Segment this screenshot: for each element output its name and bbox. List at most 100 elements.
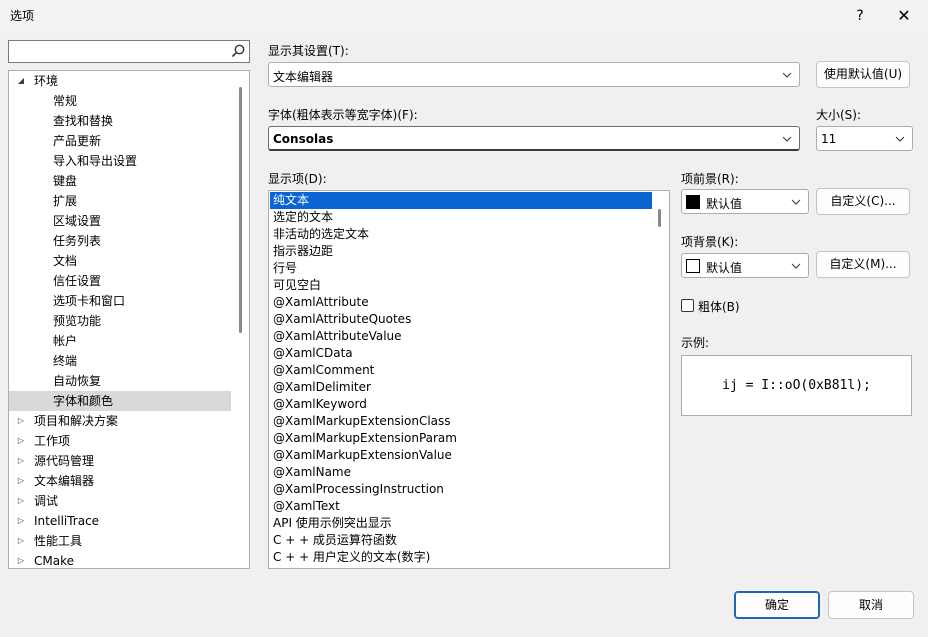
list-item[interactable]: @XamlMarkupExtensionParam: [270, 430, 652, 447]
tree-item-label: 帐户: [53, 334, 78, 348]
list-item[interactable]: @XamlComment: [270, 362, 652, 379]
list-item[interactable]: C + + 用户定义的文本(数字): [270, 549, 652, 566]
collapsed-arrow-icon[interactable]: ▷: [15, 431, 27, 451]
tree-item[interactable]: 文档: [9, 251, 231, 271]
tree-item[interactable]: 区域设置: [9, 211, 231, 231]
search-icon[interactable]: [230, 43, 246, 59]
tree-item[interactable]: 导入和导出设置: [9, 151, 231, 171]
help-button[interactable]: ?: [848, 4, 872, 28]
tree-item[interactable]: 选项卡和窗口: [9, 291, 231, 311]
list-item[interactable]: @XamlAttributeQuotes: [270, 311, 652, 328]
options-tree[interactable]: ◢ 环境常规查找和替换产品更新导入和导出设置 键盘扩展 区域设置任务列表文档信任设置选…: [8, 70, 250, 569]
tree-item[interactable]: ▷ CMake: [9, 551, 231, 568]
tree-item-label: 源代码管理: [34, 454, 95, 468]
display-items-list[interactable]: 纯文本 选定的文本 非活动的选定文本 指示器边距 行号 可见空白 @XamlAttribut…: [268, 190, 670, 569]
tree-item[interactable]: 键盘: [9, 171, 231, 191]
tree-item[interactable]: 产品更新: [9, 131, 231, 151]
list-item[interactable]: @XamlMarkupExtensionValue: [270, 447, 652, 464]
use-defaults-button[interactable]: 使用默认值(U): [816, 61, 910, 88]
chevron-down-icon: [791, 199, 801, 205]
display-items-label: 显示项(D):: [268, 172, 327, 186]
tree-item-label: 任务列表: [53, 234, 102, 248]
tree-item-label: 常规: [53, 94, 78, 108]
foreground-custom-button[interactable]: 自定义(C)...: [816, 188, 910, 215]
tree-item[interactable]: ◢ 环境: [9, 71, 231, 91]
tree-item[interactable]: ▷ 源代码管理: [9, 451, 231, 471]
expanded-arrow-icon[interactable]: ◢: [15, 71, 27, 91]
list-item[interactable]: 非活动的选定文本: [270, 226, 652, 243]
list-item[interactable]: 纯文本: [270, 192, 652, 209]
collapsed-arrow-icon[interactable]: ▷: [15, 491, 27, 511]
tree-item[interactable]: ▷ 文本编辑器: [9, 471, 231, 491]
tree-item[interactable]: ▷ 工作项: [9, 431, 231, 451]
list-item[interactable]: @XamlAttributeValue: [270, 328, 652, 345]
tree-item[interactable]: 终端: [9, 351, 231, 371]
list-scrollbar[interactable]: [658, 209, 661, 227]
tree-item-label: 键盘: [53, 174, 78, 188]
tree-item[interactable]: 帐户: [9, 331, 231, 351]
show-settings-for-label: 显示其设置(T):: [268, 44, 349, 58]
tree-item[interactable]: 任务列表: [9, 231, 231, 251]
tree-item[interactable]: 信任设置: [9, 271, 231, 291]
cancel-button[interactable]: 取消: [828, 591, 914, 619]
sample-label: 示例:: [681, 336, 710, 350]
collapsed-arrow-icon[interactable]: ▷: [15, 551, 27, 568]
tree-item[interactable]: ▷ 性能工具: [9, 531, 231, 551]
tree-item-label: 产品更新: [53, 134, 102, 148]
collapsed-arrow-icon[interactable]: ▷: [15, 531, 27, 551]
list-item[interactable]: @XamlMarkupExtensionClass: [270, 413, 652, 430]
tree-item-label: 性能工具: [34, 534, 83, 548]
tree-scrollbar[interactable]: [239, 87, 242, 333]
list-item[interactable]: @XamlKeyword: [270, 396, 652, 413]
list-item[interactable]: 选定的文本: [270, 209, 652, 226]
tree-item-label: 查找和替换: [53, 114, 114, 128]
search-input[interactable]: [11, 43, 221, 60]
bold-label[interactable]: 粗体(B): [698, 298, 740, 315]
ok-button[interactable]: 确定: [734, 591, 820, 619]
collapsed-arrow-icon[interactable]: ▷: [15, 411, 27, 431]
background-custom-button[interactable]: 自定义(M)...: [816, 251, 910, 278]
background-combo[interactable]: 默认值: [681, 253, 809, 278]
font-value: Consolas: [273, 132, 334, 146]
tree-item-label: 选项卡和窗口: [53, 294, 126, 308]
list-item[interactable]: @XamlProcessingInstruction: [270, 481, 652, 498]
tree-item[interactable]: 预览功能: [9, 311, 231, 331]
foreground-combo[interactable]: 默认值: [681, 189, 809, 214]
tree-item[interactable]: ▷ IntelliTrace: [9, 511, 231, 531]
close-button[interactable]: ✕: [892, 4, 916, 28]
tree-item[interactable]: ▷ 项目和解决方案: [9, 411, 231, 431]
list-item[interactable]: C + + 成员运算符函数: [270, 532, 652, 549]
list-item[interactable]: @XamlDelimiter: [270, 379, 652, 396]
collapsed-arrow-icon[interactable]: ▷: [15, 471, 27, 491]
list-item[interactable]: 可见空白: [270, 277, 652, 294]
size-combo[interactable]: 11: [816, 126, 913, 151]
background-label: 项背景(K):: [681, 235, 739, 249]
list-item[interactable]: @XamlName: [270, 464, 652, 481]
list-item[interactable]: API 使用示例突出显示: [270, 515, 652, 532]
tree-item[interactable]: 查找和替换: [9, 111, 231, 131]
chevron-down-icon: [782, 136, 792, 142]
tree-item-label: 终端: [53, 354, 78, 368]
foreground-value: 默认值: [706, 197, 743, 211]
size-value: 11: [821, 132, 837, 146]
tree-item[interactable]: 自动恢复: [9, 371, 231, 391]
tree-item-label: 导入和导出设置: [53, 154, 138, 168]
tree-item[interactable]: 常规: [9, 91, 231, 111]
list-item[interactable]: 行号: [270, 260, 652, 277]
bold-checkbox[interactable]: [681, 299, 694, 312]
show-settings-for-combo[interactable]: 文本编辑器: [268, 62, 800, 87]
collapsed-arrow-icon[interactable]: ▷: [15, 451, 27, 471]
tree-item-label: 信任设置: [53, 274, 102, 288]
list-item[interactable]: @XamlText: [270, 498, 652, 515]
sample-text: ij = I::oO(0xB81l);: [722, 378, 871, 393]
list-item[interactable]: 指示器边距: [270, 243, 652, 260]
title-bar: [0, 0, 928, 32]
tree-item[interactable]: 字体和颜色: [9, 391, 231, 411]
tree-item[interactable]: 扩展: [9, 191, 231, 211]
list-item[interactable]: @XamlCData: [270, 345, 652, 362]
font-combo[interactable]: Consolas: [268, 126, 800, 151]
tree-item-label: 文档: [53, 254, 78, 268]
list-item[interactable]: @XamlAttribute: [270, 294, 652, 311]
tree-item[interactable]: ▷ 调试: [9, 491, 231, 511]
collapsed-arrow-icon[interactable]: ▷: [15, 511, 27, 531]
